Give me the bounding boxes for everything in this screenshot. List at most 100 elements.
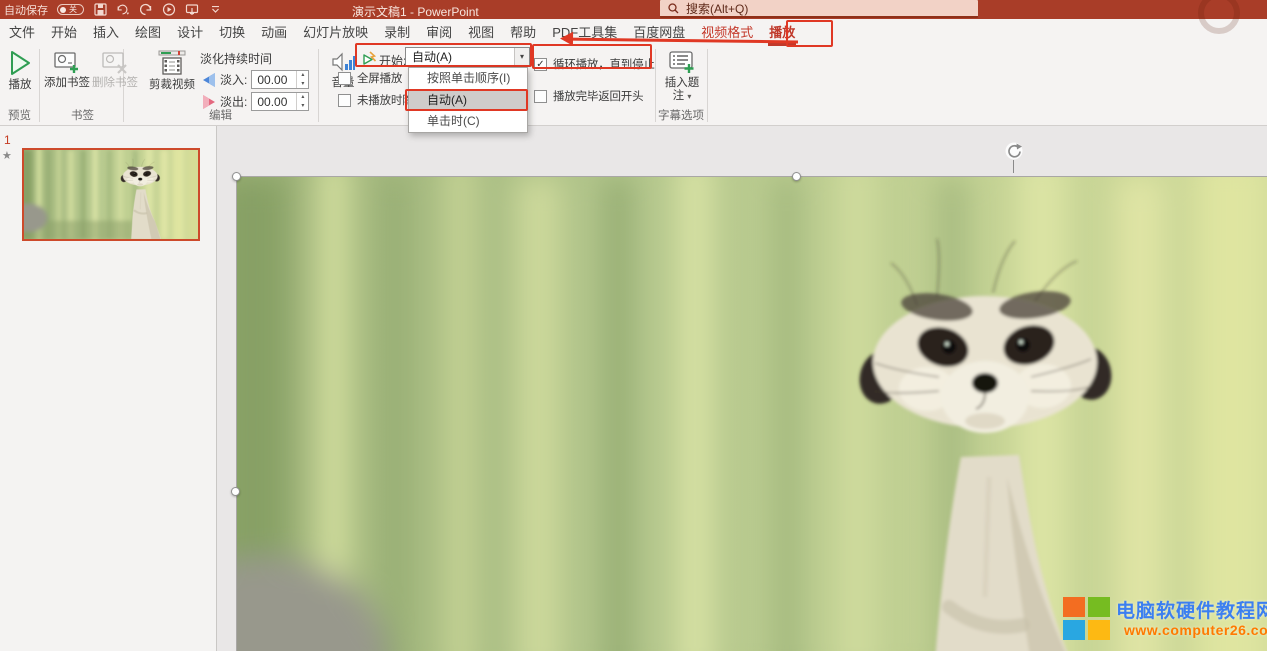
- tab-record[interactable]: 录制: [380, 19, 414, 46]
- start-label: 开始:: [379, 54, 407, 68]
- undo-icon: [117, 4, 130, 15]
- workspace: 1 ★: [0, 126, 1267, 651]
- play-button[interactable]: 播放: [4, 50, 36, 92]
- tab-file[interactable]: 文件: [5, 19, 39, 46]
- add-bookmark-icon: [53, 52, 78, 73]
- start-dropdown[interactable]: 自动(A) ▾: [405, 47, 530, 66]
- fade-in-value: 00.00: [257, 72, 288, 87]
- resize-handle-top-left[interactable]: [232, 172, 241, 181]
- menu-item-in-click-sequence[interactable]: 按照单击顺序(I): [409, 68, 527, 89]
- dropdown-arrow-icon[interactable]: ▾: [514, 48, 529, 65]
- site-watermark: 电脑软硬件教程网 www.computer26.com: [1058, 594, 1267, 646]
- windows-logo-icon: [1063, 597, 1111, 641]
- autosave-state: 关: [69, 4, 77, 14]
- toggle-dot-icon: [60, 6, 66, 13]
- group-divider: [39, 49, 40, 122]
- ribbon-playback: 播放 预览 添加书签 删除书签 书签 剪裁视频 淡化持续时间 淡入: 00.00…: [0, 46, 1267, 126]
- checkbox-unchecked-icon[interactable]: [338, 71, 351, 85]
- undo-button[interactable]: [116, 3, 130, 17]
- start-icon: [362, 51, 377, 71]
- logo-square-blue: [1063, 620, 1085, 640]
- trim-video-icon: [158, 50, 186, 75]
- fade-duration-label: 淡化持续时间: [200, 52, 273, 66]
- group-label-captions: 字幕选项: [658, 110, 704, 122]
- tab-playback[interactable]: 播放: [765, 19, 799, 46]
- tab-baidu-netdisk[interactable]: 百度网盘: [629, 19, 689, 46]
- fullscreen-checkbox[interactable]: 全屏播放: [338, 70, 402, 86]
- slide-canvas: [217, 126, 1267, 651]
- meerkat-video-frame: [237, 177, 1267, 651]
- touch-mode-button[interactable]: [185, 3, 199, 17]
- video-object[interactable]: [236, 176, 1267, 651]
- trim-video-button[interactable]: 剪裁视频: [148, 50, 196, 92]
- tab-review[interactable]: 审阅: [422, 19, 456, 46]
- tab-slideshow[interactable]: 幻灯片放映: [299, 19, 372, 46]
- save-button[interactable]: [93, 3, 107, 17]
- checkbox-unchecked-icon[interactable]: [534, 89, 547, 103]
- resize-handle-top-center[interactable]: [792, 172, 801, 181]
- spin-up-icon[interactable]: ▴: [297, 93, 308, 102]
- logo-square-orange: [1063, 597, 1085, 617]
- tab-draw[interactable]: 绘图: [131, 19, 165, 46]
- loop-until-stopped-checkbox[interactable]: ✓ 循环播放，直到停止: [534, 56, 655, 72]
- redo-button[interactable]: [139, 3, 153, 17]
- slide-thumbnail-panel: 1 ★: [0, 126, 217, 651]
- fade-in-row: 淡入: 00.00 ▴ ▾: [202, 70, 310, 89]
- tab-home[interactable]: 开始: [47, 19, 81, 46]
- search-box[interactable]: 搜索(Alt+Q): [660, 0, 978, 18]
- slide-1-thumbnail[interactable]: [22, 148, 200, 241]
- search-icon: [668, 2, 679, 13]
- insert-caption-button[interactable]: 插入题注 ▾: [660, 50, 704, 103]
- start-slideshow-button[interactable]: [162, 3, 176, 17]
- slide-thumbnail-image: [24, 150, 198, 239]
- slide-number: 1: [4, 133, 11, 147]
- checkbox-unchecked-icon[interactable]: [338, 93, 351, 107]
- chevron-down-icon: [211, 6, 219, 13]
- checkbox-checked-icon[interactable]: ✓: [534, 57, 547, 71]
- fade-in-icon: [203, 72, 215, 87]
- group-label-editing: 编辑: [209, 110, 232, 122]
- resize-handle-middle-left[interactable]: [231, 487, 240, 496]
- watermark-site-url: www.computer26.com: [1124, 622, 1267, 638]
- add-bookmark-button[interactable]: 添加书签: [44, 50, 90, 90]
- remove-bookmark-icon: [101, 52, 127, 74]
- rotation-handle-stem: [1013, 160, 1014, 173]
- spin-up-icon[interactable]: ▴: [297, 71, 308, 80]
- group-divider: [707, 49, 708, 122]
- tab-insert[interactable]: 插入: [89, 19, 123, 46]
- redo-icon: [139, 3, 151, 16]
- tab-animations[interactable]: 动画: [257, 19, 291, 46]
- spin-down-icon[interactable]: ▾: [297, 80, 308, 89]
- rotate-icon: [1005, 142, 1023, 160]
- tab-help[interactable]: 帮助: [506, 19, 540, 46]
- qat-menu-button[interactable]: [208, 3, 222, 17]
- tab-pdf-tools[interactable]: PDF工具集: [548, 19, 621, 46]
- start-value: 自动(A): [412, 50, 452, 64]
- tab-transitions[interactable]: 切换: [215, 19, 249, 46]
- autosave-label: 自动保存: [4, 4, 48, 17]
- save-icon: [93, 3, 107, 16]
- ribbon-tab-bar: 文件 开始 插入 绘图 设计 切换 动画 幻灯片放映 录制 审阅 视图 帮助 P…: [0, 19, 1267, 46]
- logo-square-yellow: [1088, 620, 1110, 640]
- tab-video-format[interactable]: 视频格式: [697, 19, 757, 46]
- start-dropdown-menu: 按照单击顺序(I) 自动(A) 单击时(C): [408, 67, 528, 133]
- insert-caption-icon: [668, 51, 693, 73]
- rotation-handle[interactable]: [1005, 142, 1023, 160]
- tab-design[interactable]: 设计: [173, 19, 207, 46]
- fade-in-spinner[interactable]: ▴ ▾: [296, 71, 308, 88]
- title-bar: 自动保存 关 演示文稿1 - PowerPoint 搜索(Alt+Q): [0, 0, 1267, 34]
- menu-item-when-clicked[interactable]: 单击时(C): [409, 111, 527, 132]
- menu-item-automatically[interactable]: 自动(A): [409, 89, 527, 111]
- group-label-bookmarks: 书签: [71, 110, 94, 122]
- fade-in-label: 淡入:: [220, 73, 248, 87]
- watermark-site-name: 电脑软硬件教程网: [1116, 601, 1267, 622]
- powerpoint-window: 自动保存 关 演示文稿1 - PowerPoint 搜索(Alt+Q) 文件 开…: [0, 0, 1267, 651]
- play-icon: [11, 51, 30, 75]
- tab-view[interactable]: 视图: [464, 19, 498, 46]
- fade-in-input[interactable]: 00.00 ▴ ▾: [251, 70, 310, 89]
- logo-square-green: [1088, 597, 1110, 617]
- rewind-after-playing-checkbox[interactable]: 播放完毕返回开头: [534, 88, 644, 104]
- autosave-toggle[interactable]: 关: [57, 4, 84, 15]
- touch-mode-icon: [185, 4, 199, 15]
- remove-bookmark-button: 删除书签: [92, 50, 138, 90]
